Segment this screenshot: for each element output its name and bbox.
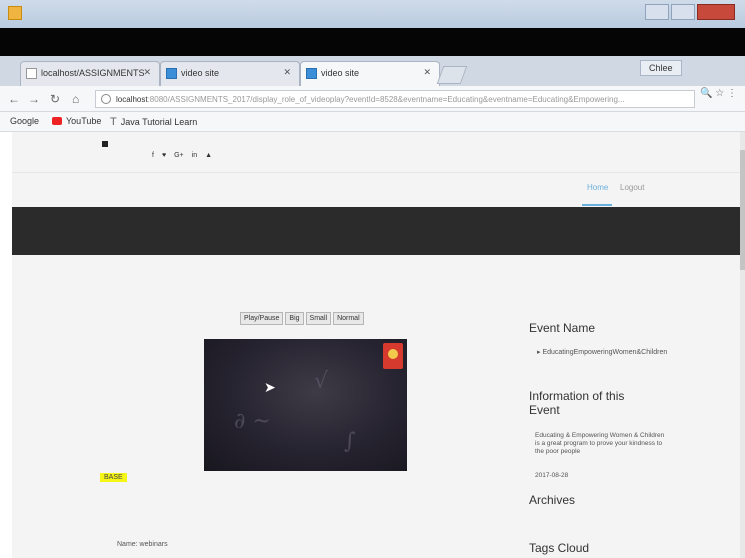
sidebar: Event Name ▸ EducatingEmpoweringWomen&Ch… [529, 132, 729, 558]
bookmark-label: Java Tutorial Learn [120, 117, 198, 127]
social-links: f ♥ G+ in ▲ [152, 152, 212, 159]
bookmark-label: Google [10, 116, 40, 126]
page-icon [26, 68, 37, 79]
new-tab-button[interactable] [436, 66, 468, 84]
video-frame-texture: √ [314, 369, 329, 394]
reload-icon[interactable]: ↻ [50, 92, 60, 106]
bookmark-google[interactable]: Google [10, 116, 39, 126]
forward-icon[interactable]: → [28, 92, 40, 106]
mouse-cursor-icon: ➤ [264, 379, 276, 395]
page-icon [306, 68, 317, 79]
tab-video-site-2[interactable]: video site ✕ [300, 61, 440, 86]
tab-localhost[interactable]: localhost/ASSIGNMENTS ✕ [20, 61, 160, 86]
event-name-heading: Event Name [529, 321, 596, 335]
back-icon[interactable]: ← [8, 92, 20, 106]
bookmark-java[interactable]: T Java Tutorial Learn [110, 116, 197, 128]
channel-logo [383, 343, 403, 369]
page-icon [166, 68, 177, 79]
text-icon: T [110, 116, 117, 128]
video-player[interactable]: ∂ ~ √ ∫ ➤ [204, 339, 407, 471]
tab-close-icon[interactable]: ✕ [283, 67, 291, 78]
video-frame-texture: ∫ [344, 429, 356, 454]
youtube-icon [52, 117, 62, 125]
bookmarks-bar: Google YouTube T Java Tutorial Learn [0, 112, 745, 132]
bookmark-label: YouTube [66, 116, 102, 126]
star-icon[interactable]: 🔍 ☆ ⋮ [700, 88, 737, 99]
window-titlebar [0, 0, 745, 28]
highlight-tag: BASE [100, 473, 127, 482]
info-icon[interactable] [101, 94, 111, 104]
twitter-icon[interactable]: ♥ [162, 152, 166, 159]
page-scrollbar[interactable] [740, 132, 745, 558]
video-frame-texture: ∂ ~ [234, 409, 271, 434]
video-name-label: Name: webinars [117, 541, 168, 548]
address-bar: ← → ↻ ⌂ localhost:8080/ASSIGNMENTS_2017/… [0, 86, 745, 112]
maximize-button[interactable] [671, 4, 695, 20]
facebook-icon[interactable]: f [152, 152, 154, 159]
tab-strip: localhost/ASSIGNMENTS ✕ video site ✕ vid… [0, 56, 745, 86]
app-icon [8, 6, 22, 20]
url-host: localhost [116, 95, 148, 104]
big-button[interactable]: Big [285, 312, 304, 325]
minimize-button[interactable] [645, 4, 669, 20]
scrollbar-thumb[interactable] [740, 150, 745, 270]
tab-label: localhost/ASSIGNMENTS [41, 68, 145, 78]
tab-video-site-1[interactable]: video site ✕ [160, 61, 300, 86]
event-name-link[interactable]: ▸ EducatingEmpoweringWomen&Children [537, 348, 667, 356]
event-date: 2017-08-28 [535, 472, 569, 479]
archives-heading: Archives [529, 493, 576, 507]
site-logo[interactable] [102, 141, 108, 147]
user-badge[interactable]: Chlee [640, 60, 682, 76]
window-controls [645, 4, 735, 20]
tags-cloud-heading: Tags Cloud [529, 541, 590, 555]
linkedin-icon[interactable]: in [192, 152, 197, 159]
video-controls: Play/Pause Big Small Normal [240, 312, 364, 325]
black-band [0, 28, 745, 56]
normal-button[interactable]: Normal [333, 312, 364, 325]
tab-label: video site [181, 68, 220, 78]
url-input[interactable]: localhost:8080/ASSIGNMENTS_2017/display_… [95, 90, 695, 108]
tab-close-icon[interactable]: ✕ [143, 67, 151, 78]
tab-label: video site [321, 68, 360, 78]
play-pause-button[interactable]: Play/Pause [240, 312, 284, 325]
url-path: :8080/ASSIGNMENTS_2017/display_role_of_v… [147, 95, 625, 104]
share-icon[interactable]: ▲ [205, 152, 212, 159]
close-window-button[interactable] [697, 4, 735, 20]
google-plus-icon[interactable]: G+ [174, 152, 184, 159]
info-heading: Information of this Event [529, 389, 625, 417]
tab-close-icon[interactable]: ✕ [423, 67, 431, 78]
bookmark-youtube[interactable]: YouTube [52, 116, 101, 126]
home-icon[interactable]: ⌂ [72, 92, 79, 106]
page-viewport: f ♥ G+ in ▲ Home Logout Play/Pause Big S… [12, 132, 740, 558]
info-text: Educating & Empowering Women & Children … [535, 432, 665, 455]
small-button[interactable]: Small [305, 312, 332, 325]
